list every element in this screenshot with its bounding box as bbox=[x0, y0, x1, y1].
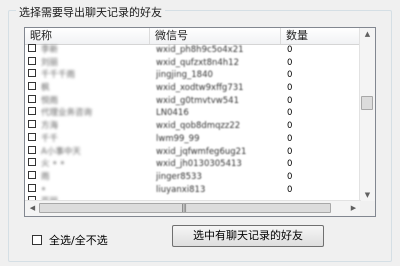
nickname-cell: 刘丽 bbox=[41, 57, 59, 68]
table-row[interactable]: 悦雨 wxid_g0tmvtvw541 0 bbox=[25, 94, 361, 108]
wechat-id-cell: wxid_g0tmvtvw541 bbox=[156, 95, 239, 106]
nickname-cell: 方海 bbox=[41, 121, 59, 132]
select-all-checkbox[interactable]: 全选/全不选 bbox=[32, 232, 108, 248]
nickname-cell: 雨 bbox=[41, 171, 50, 182]
table-row[interactable]: 代理业务咨询 LN0416 0 bbox=[25, 107, 361, 120]
list-header: 昵称 微信号 数量 bbox=[25, 28, 361, 45]
row-checkbox[interactable] bbox=[28, 107, 36, 116]
count-cell: 0 bbox=[287, 146, 293, 157]
wechat-id-cell: wxid_qufzxt8n4h12 bbox=[156, 57, 239, 68]
group-title: 选择需要导出聊天记录的好友 bbox=[16, 4, 165, 20]
wechat-id-cell: wxid_qob8dmqzz22 bbox=[156, 121, 241, 132]
table-row[interactable]: 火 • • wxid_jh0130305413 0 bbox=[25, 158, 361, 171]
row-checkbox[interactable] bbox=[28, 145, 36, 154]
row-checkbox[interactable] bbox=[28, 120, 36, 129]
horizontal-scrollbar[interactable]: ◀ ||| ▶ bbox=[25, 200, 361, 216]
table-row[interactable]: 雨 jinger8533 0 bbox=[25, 170, 361, 184]
table-row[interactable]: 千千 lwm99_99 0 bbox=[25, 132, 361, 146]
scroll-up-arrow-icon[interactable]: ▲ bbox=[360, 30, 375, 38]
row-checkbox[interactable] bbox=[28, 183, 36, 192]
table-row[interactable]: • liuyanxi813 0 bbox=[25, 183, 361, 197]
wechat-id-cell: lwm99_99 bbox=[156, 133, 200, 144]
count-cell: 0 bbox=[287, 95, 293, 106]
row-checkbox[interactable] bbox=[28, 44, 36, 52]
count-cell: 0 bbox=[287, 133, 293, 144]
count-cell: 0 bbox=[287, 108, 293, 119]
count-cell: 0 bbox=[287, 83, 293, 94]
select-chatted-friends-button[interactable]: 选中有聊天记录的好友 bbox=[172, 225, 324, 247]
table-row[interactable]: 李新 wxid_ph8h9c5o4x21 0 bbox=[25, 44, 361, 57]
wechat-id-cell: jingjing_1840 bbox=[156, 70, 213, 81]
count-cell: 0 bbox=[287, 57, 293, 68]
vertical-scrollbar[interactable]: ▲ ▼ bbox=[359, 28, 375, 201]
row-checkbox[interactable] bbox=[28, 56, 36, 65]
horizontal-scroll-thumb[interactable]: ||| bbox=[39, 203, 331, 213]
nickname-cell: 李新 bbox=[41, 45, 59, 55]
wechat-id-cell: wxid_jqfwmfeg6ug21 bbox=[156, 146, 247, 157]
count-cell: 0 bbox=[287, 171, 293, 182]
nickname-cell: A小事中天 bbox=[41, 146, 81, 157]
row-checkbox[interactable] bbox=[28, 132, 36, 141]
wechat-id-cell: wxid_ph8h9c5o4x21 bbox=[156, 45, 244, 55]
count-cell: 0 bbox=[287, 70, 293, 81]
wechat-id-cell: wxid_xodtw9xffg731 bbox=[156, 83, 244, 94]
row-checkbox[interactable] bbox=[28, 170, 36, 179]
count-cell: 0 bbox=[287, 121, 293, 132]
friend-list-view[interactable]: 昵称 微信号 数量 李新 wxid_ph8h9c5o4x21 0 刘丽 wxid_quf… bbox=[24, 27, 376, 217]
row-checkbox[interactable] bbox=[28, 82, 36, 91]
nickname-cell: 代理业务咨询 bbox=[41, 108, 93, 119]
table-row[interactable]: 方海 wxid_qob8dmqzz22 0 bbox=[25, 120, 361, 133]
scroll-down-arrow-icon[interactable]: ▼ bbox=[360, 191, 375, 199]
wechat-id-cell: LN0416 bbox=[156, 108, 189, 119]
nickname-cell: 千千千雨 bbox=[41, 70, 76, 81]
count-cell: 0 bbox=[287, 45, 293, 55]
select-all-label: 全选/全不选 bbox=[49, 234, 108, 247]
wechat-id-cell: wxid_jh0130305413 bbox=[156, 159, 242, 170]
scroll-grip-icon: ||| bbox=[181, 203, 187, 212]
nickname-cell: 千千 bbox=[41, 133, 59, 144]
table-row[interactable]: A小事中天 wxid_jqfwmfeg6ug21 0 bbox=[25, 145, 361, 159]
scrollbar-corner bbox=[360, 201, 375, 216]
table-row[interactable]: 千千千雨 jingjing_1840 0 bbox=[25, 69, 361, 82]
wechat-id-cell: liuyanxi813 bbox=[156, 184, 206, 195]
scroll-right-arrow-icon[interactable]: ▶ bbox=[346, 204, 361, 212]
column-header-wechat-id[interactable]: 微信号 bbox=[150, 28, 281, 44]
nickname-cell: 悦雨 bbox=[41, 95, 59, 106]
scroll-left-arrow-icon[interactable]: ◀ bbox=[25, 204, 40, 212]
vertical-scroll-thumb[interactable] bbox=[361, 96, 373, 110]
nickname-cell: 火 • • bbox=[41, 159, 65, 170]
table-row[interactable]: 枫 wxid_xodtw9xffg731 0 bbox=[25, 82, 361, 95]
count-cell: 0 bbox=[287, 184, 293, 195]
count-cell: 0 bbox=[287, 159, 293, 170]
select-all-checkbox-box[interactable] bbox=[32, 235, 42, 245]
row-checkbox[interactable] bbox=[28, 94, 36, 103]
column-header-count[interactable]: 数量 bbox=[281, 28, 361, 44]
nickname-cell: 枫 bbox=[41, 83, 50, 94]
row-checkbox[interactable] bbox=[28, 158, 36, 167]
nickname-cell: • bbox=[41, 184, 47, 195]
column-header-nickname[interactable]: 昵称 bbox=[25, 28, 150, 44]
table-row[interactable]: 刘丽 wxid_qufzxt8n4h12 0 bbox=[25, 56, 361, 70]
list-rows: 李新 wxid_ph8h9c5o4x21 0 刘丽 wxid_qufzxt8n4h12 0… bbox=[25, 44, 361, 209]
wechat-id-cell: jinger8533 bbox=[156, 171, 202, 182]
row-checkbox[interactable] bbox=[28, 69, 36, 78]
